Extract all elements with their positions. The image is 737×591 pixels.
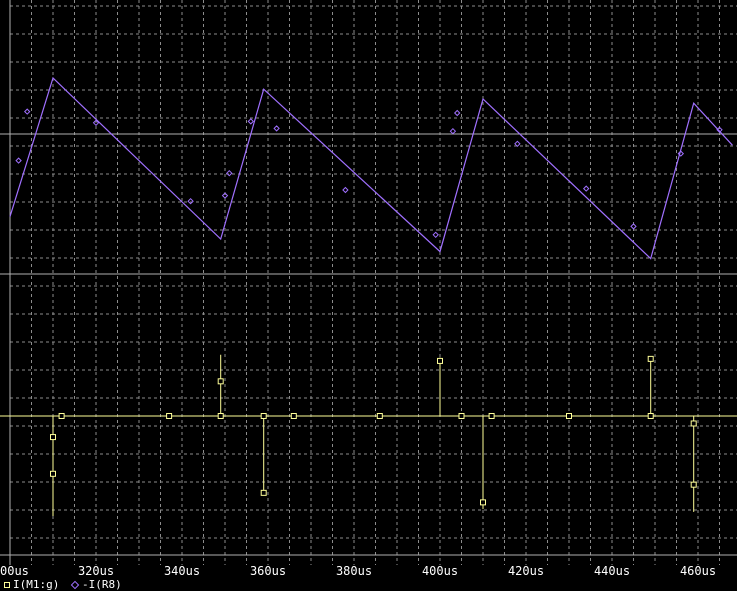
diamond-marker-icon [70, 580, 80, 590]
legend-series-1: I(M1:g) [13, 578, 60, 591]
data-point-square [260, 413, 267, 419]
data-point-square [376, 413, 383, 419]
plot-area: 00us 320us 340us 360us 380us 400us 420us 440us 4… [0, 0, 737, 579]
data-point-square [647, 413, 654, 419]
data-point-square [690, 420, 697, 427]
data-point-square [488, 413, 495, 419]
data-point-square [217, 378, 224, 385]
x-tick-label: 320us [78, 564, 114, 578]
data-point-square [58, 413, 65, 419]
x-tick-label: 440us [594, 564, 630, 578]
data-point-square [566, 413, 572, 419]
x-tick-label: 400us [422, 564, 458, 578]
legend: I(M1:g) -I(R8) [0, 579, 122, 591]
x-tick-label: 420us [508, 564, 544, 578]
data-point-square [50, 470, 56, 477]
data-point-square [217, 413, 224, 419]
square-marker-icon [4, 582, 10, 588]
data-point-square [437, 357, 443, 364]
data-point-square [166, 413, 173, 419]
data-point-square [690, 481, 697, 488]
plot-background [0, 0, 737, 579]
data-point-square [458, 413, 465, 419]
x-axis-tick-labels: 00us 320us 340us 360us 380us 400us 420us 440us 4… [0, 564, 716, 578]
x-tick-label: 460us [680, 564, 716, 578]
x-tick-label: 00us [0, 564, 29, 578]
data-point-square [647, 355, 654, 362]
legend-series-2: -I(R8) [81, 578, 122, 591]
data-point-square [290, 413, 297, 419]
x-tick-label: 340us [164, 564, 200, 578]
data-point-square [260, 489, 267, 496]
x-tick-label: 360us [250, 564, 286, 578]
x-tick-label: 380us [336, 564, 372, 578]
data-point-square [50, 434, 56, 441]
data-point-square [480, 499, 486, 506]
